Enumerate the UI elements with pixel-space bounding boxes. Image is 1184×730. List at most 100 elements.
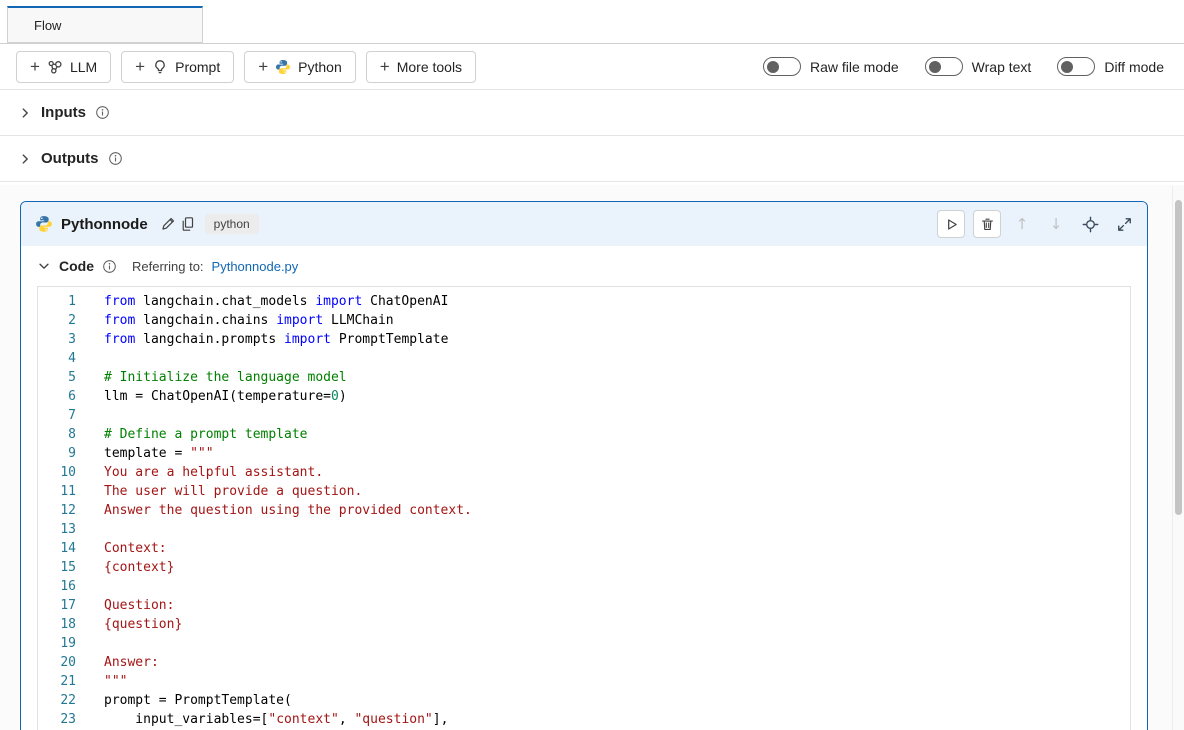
info-icon[interactable] — [95, 105, 110, 120]
outputs-section-header[interactable]: Outputs — [0, 136, 1184, 182]
code-line[interactable]: 18{question} — [38, 615, 1130, 634]
code-line[interactable]: 12Answer the question using the provided… — [38, 501, 1130, 520]
plus-icon: + — [380, 58, 390, 75]
line-number: 10 — [38, 463, 96, 482]
tab-flow[interactable]: Flow — [7, 6, 203, 43]
code-line[interactable]: 4 — [38, 349, 1130, 368]
more-tools-button[interactable]: + More tools — [366, 51, 476, 83]
code-lines: 1from langchain.chat_models import ChatO… — [38, 292, 1130, 729]
copy-icon[interactable] — [180, 216, 196, 232]
code-text: # Initialize the language model — [96, 368, 1130, 387]
code-line[interactable]: 5# Initialize the language model — [38, 368, 1130, 387]
plus-icon: + — [135, 58, 145, 75]
delete-icon[interactable] — [973, 210, 1001, 238]
line-number: 22 — [38, 691, 96, 710]
line-number: 3 — [38, 330, 96, 349]
code-line[interactable]: 23 input_variables=["context", "question… — [38, 710, 1130, 729]
code-line[interactable]: 17Question: — [38, 596, 1130, 615]
code-line[interactable]: 3from langchain.prompts import PromptTem… — [38, 330, 1130, 349]
add-llm-button[interactable]: + LLM — [16, 51, 111, 83]
toggle-switch — [763, 57, 801, 76]
add-python-button[interactable]: + Python — [244, 51, 356, 83]
code-line[interactable]: 2from langchain.chains import LLMChain — [38, 311, 1130, 330]
outputs-label: Outputs — [41, 150, 99, 167]
tab-bar: Flow — [0, 0, 1184, 44]
inputs-label: Inputs — [41, 104, 86, 121]
code-text — [96, 349, 1130, 368]
line-number: 13 — [38, 520, 96, 539]
plus-icon: + — [30, 58, 40, 75]
code-text — [96, 406, 1130, 425]
locate-icon[interactable] — [1077, 211, 1103, 237]
info-icon[interactable] — [108, 151, 123, 166]
code-line[interactable]: 16 — [38, 577, 1130, 596]
diff-mode-label: Diff mode — [1104, 59, 1164, 75]
code-line[interactable]: 7 — [38, 406, 1130, 425]
expand-icon[interactable] — [1111, 211, 1137, 237]
code-line[interactable]: 22prompt = PromptTemplate( — [38, 691, 1130, 710]
code-line[interactable]: 6llm = ChatOpenAI(temperature=0) — [38, 387, 1130, 406]
code-text: input_variables=["context", "question"], — [96, 710, 1130, 729]
language-badge: python — [205, 214, 259, 234]
line-number: 17 — [38, 596, 96, 615]
line-number: 16 — [38, 577, 96, 596]
add-prompt-button[interactable]: + Prompt — [121, 51, 234, 83]
node-title: Pythonnode — [61, 216, 148, 233]
plus-icon: + — [258, 58, 268, 75]
code-text: Answer the question using the provided c… — [96, 501, 1130, 520]
line-number: 6 — [38, 387, 96, 406]
wrap-text-toggle[interactable]: Wrap text — [925, 57, 1032, 76]
code-line[interactable]: 9template = """ — [38, 444, 1130, 463]
wrap-text-label: Wrap text — [972, 59, 1032, 75]
code-text: # Define a prompt template — [96, 425, 1130, 444]
code-line[interactable]: 15{context} — [38, 558, 1130, 577]
code-line[interactable]: 1from langchain.chat_models import ChatO… — [38, 292, 1130, 311]
code-line[interactable]: 14Context: — [38, 539, 1130, 558]
page-scrollbar[interactable] — [1172, 186, 1184, 730]
move-up-icon: ↑ — [1009, 211, 1035, 237]
diff-mode-toggle[interactable]: Diff mode — [1057, 57, 1164, 76]
edit-icon[interactable] — [160, 216, 176, 232]
line-number: 4 — [38, 349, 96, 368]
code-text — [96, 520, 1130, 539]
chevron-right-icon — [18, 106, 32, 120]
node-actions: ↑ ↓ — [929, 210, 1137, 238]
line-number: 19 — [38, 634, 96, 653]
code-line[interactable]: 10You are a helpful assistant. — [38, 463, 1130, 482]
line-number: 18 — [38, 615, 96, 634]
code-line[interactable]: 13 — [38, 520, 1130, 539]
code-line[interactable]: 11The user will provide a question. — [38, 482, 1130, 501]
node-header: Pythonnode python ↑ ↓ — [21, 202, 1147, 246]
toolbar-toggles: Raw file mode Wrap text Diff mode — [737, 57, 1164, 76]
code-editor[interactable]: 1from langchain.chat_models import ChatO… — [37, 286, 1131, 730]
code-section-header[interactable]: Code Referring to: Pythonnode.py — [21, 246, 1147, 286]
toggle-knob — [1061, 61, 1073, 73]
code-line[interactable]: 20Answer: — [38, 653, 1130, 672]
scrollbar-thumb[interactable] — [1175, 200, 1182, 515]
info-icon[interactable] — [102, 259, 117, 274]
toggle-switch — [925, 57, 963, 76]
code-line[interactable]: 21""" — [38, 672, 1130, 691]
toolbar: + LLM + Prompt + — [0, 44, 1184, 90]
raw-file-mode-toggle[interactable]: Raw file mode — [763, 57, 899, 76]
chevron-down-icon — [37, 259, 51, 273]
code-line[interactable]: 19 — [38, 634, 1130, 653]
python-node-card: Pythonnode python ↑ ↓ — [20, 201, 1148, 730]
code-text: from langchain.prompts import PromptTemp… — [96, 330, 1130, 349]
inputs-section-header[interactable]: Inputs — [0, 90, 1184, 136]
code-text: You are a helpful assistant. — [96, 463, 1130, 482]
line-number: 9 — [38, 444, 96, 463]
line-number: 21 — [38, 672, 96, 691]
run-icon[interactable] — [937, 210, 965, 238]
llm-icon — [47, 59, 63, 75]
code-text: llm = ChatOpenAI(temperature=0) — [96, 387, 1130, 406]
python-icon — [275, 59, 291, 75]
python-icon — [35, 215, 53, 233]
code-text: from langchain.chains import LLMChain — [96, 311, 1130, 330]
code-line[interactable]: 8# Define a prompt template — [38, 425, 1130, 444]
code-text — [96, 634, 1130, 653]
tab-flow-label: Flow — [34, 18, 61, 33]
chevron-right-icon — [18, 152, 32, 166]
code-text: template = """ — [96, 444, 1130, 463]
code-file-link[interactable]: Pythonnode.py — [212, 259, 299, 274]
